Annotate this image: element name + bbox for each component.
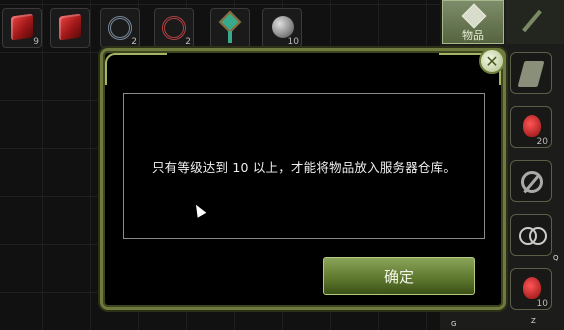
item-count: 10 xyxy=(536,299,548,309)
sword-icon xyxy=(522,9,542,33)
blue-swirl-icon xyxy=(108,16,132,40)
notice-dialog: 只有等级达到 10 以上，才能将物品放入服务器仓库。 确定 xyxy=(100,48,506,310)
axe-icon xyxy=(517,61,545,87)
tab-items-label: 物品 xyxy=(462,29,484,42)
red-potion-icon xyxy=(523,115,541,137)
red-swirl-icon xyxy=(162,16,186,40)
quick-slot[interactable] xyxy=(510,214,552,256)
item-count: 9 xyxy=(33,37,39,47)
message-box: 只有等级达到 10 以上，才能将物品放入服务器仓库。 xyxy=(123,93,485,239)
hotkey-label: Q xyxy=(553,254,559,262)
orb-icon xyxy=(272,16,294,38)
item-count: 2 xyxy=(185,37,191,47)
close-icon[interactable]: ✕ xyxy=(479,48,505,74)
inventory-slot[interactable]: 2 xyxy=(154,8,194,48)
frame-ornament xyxy=(105,53,167,85)
rings-icon-second xyxy=(529,227,547,245)
item-count: 20 xyxy=(536,137,548,147)
no-entry-icon xyxy=(521,171,543,193)
hotkey-label: Z xyxy=(531,317,536,325)
inventory-slot[interactable]: 10 xyxy=(262,8,302,48)
red-gem-icon xyxy=(59,13,81,41)
amulet-stem xyxy=(228,31,232,43)
hotkey-label: G xyxy=(451,320,457,328)
inventory-slot[interactable] xyxy=(50,8,90,48)
quick-slot[interactable] xyxy=(510,52,552,94)
red-potion-icon xyxy=(523,277,541,299)
quick-slot[interactable]: 10 xyxy=(510,268,552,310)
item-count: 10 xyxy=(287,37,299,47)
inventory-slot[interactable]: 2 xyxy=(100,8,140,48)
red-gem-icon xyxy=(11,13,33,41)
quick-slot[interactable] xyxy=(510,160,552,202)
inventory-slot[interactable]: 9 xyxy=(2,8,42,48)
quick-slot[interactable]: 20 xyxy=(510,106,552,148)
tab-items[interactable]: 物品 xyxy=(442,0,504,44)
tab-equipment[interactable] xyxy=(506,0,564,44)
cube-icon xyxy=(461,3,487,29)
inventory-slot[interactable] xyxy=(210,8,250,48)
confirm-button[interactable]: 确定 xyxy=(323,257,475,295)
item-count: 2 xyxy=(131,37,137,47)
amulet-icon xyxy=(218,10,242,34)
dialog-message: 只有等级达到 10 以上，才能将物品放入服务器仓库。 xyxy=(151,159,457,175)
